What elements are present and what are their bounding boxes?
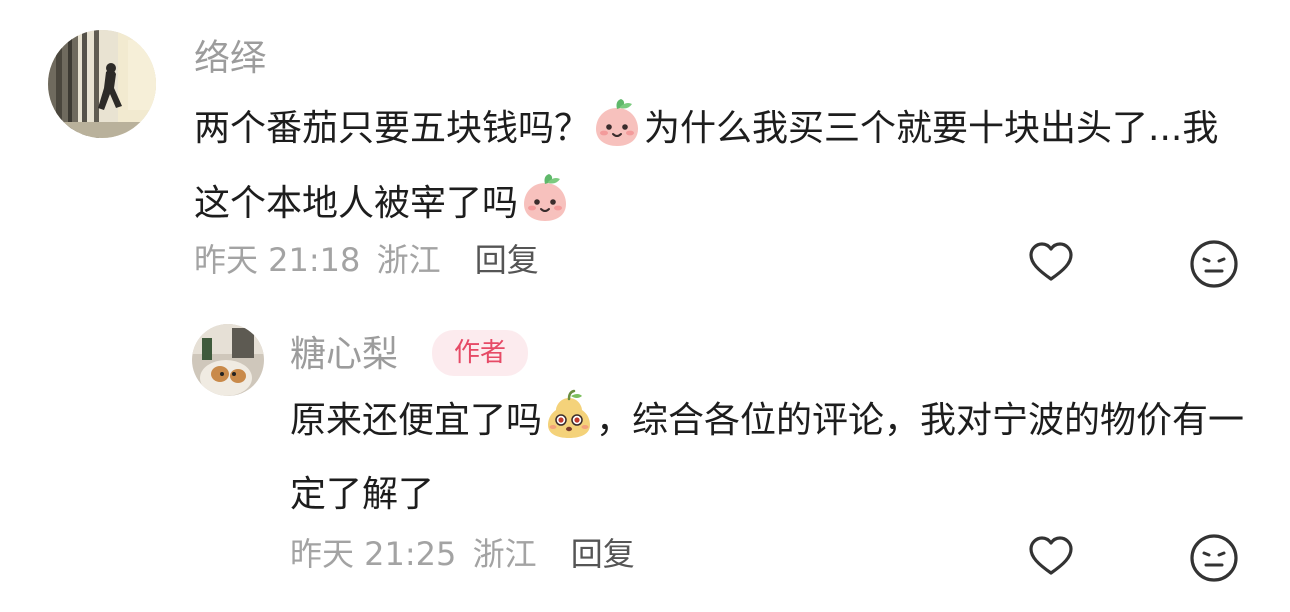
comment-text-part: 两个番茄只要五块钱吗？ [194, 108, 591, 149]
avatar[interactable] [48, 30, 156, 138]
avatar-image [48, 30, 156, 138]
heart-outline-icon [1029, 536, 1073, 575]
comment-text-part: 原来还便宜了吗 [290, 400, 543, 441]
comment-location: 浙江 [376, 241, 441, 279]
comment-meta: 昨天 21:18 浙江 回复 [194, 236, 539, 284]
comment-text: 两个番茄只要五块钱吗？ 为什么我买三个就要十块出头了...我这个本地人被宰了吗 [194, 96, 1254, 246]
peach-face-emoji [590, 96, 644, 171]
comment-time: 昨天 21:25 [290, 535, 457, 573]
comments-page: 络绎 两个番茄只要五块钱吗？ 为什么我买三个就要十块出头了...我这个本地人被宰… [0, 0, 1290, 612]
comment-time: 昨天 21:18 [194, 241, 361, 279]
peach-face-emoji [518, 171, 572, 246]
reply-comment-item: 糖心梨 作者 原来还便宜了吗 ，综合各位的评论，我对宁波的物价有一定了解了 昨天… [0, 300, 1290, 612]
dislike-button[interactable] [1188, 238, 1240, 290]
author-badge: 作者 [432, 330, 528, 376]
meh-face-icon [1190, 534, 1238, 582]
comment-username[interactable]: 糖心梨 [290, 330, 398, 380]
comment-item: 络绎 两个番茄只要五块钱吗？ 为什么我买三个就要十块出头了...我这个本地人被宰… [0, 0, 1290, 300]
comment-text: 原来还便宜了吗 ，综合各位的评论，我对宁波的物价有一定了解了 [290, 388, 1250, 527]
dislike-button[interactable] [1188, 532, 1240, 584]
like-button[interactable] [1026, 238, 1076, 288]
pear-face-emoji [542, 388, 596, 463]
comment-username[interactable]: 络绎 [194, 34, 266, 84]
comment-meta: 昨天 21:25 浙江 回复 [290, 530, 635, 578]
meh-face-icon [1190, 240, 1238, 288]
reply-button[interactable]: 回复 [571, 535, 635, 573]
like-button[interactable] [1026, 532, 1076, 582]
heart-outline-icon [1029, 242, 1073, 281]
avatar-image [192, 324, 264, 396]
avatar[interactable] [192, 324, 264, 396]
reply-button[interactable]: 回复 [475, 241, 539, 279]
comment-location: 浙江 [472, 535, 537, 573]
